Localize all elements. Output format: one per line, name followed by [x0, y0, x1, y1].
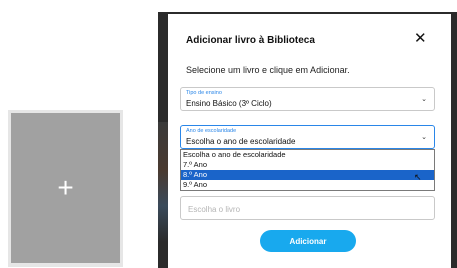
ano-escolaridade-value: Escolha o ano de escolaridade [186, 137, 296, 146]
tipo-ensino-value: Ensino Básico (3º Ciclo) [186, 99, 272, 108]
close-icon[interactable]: ✕ [414, 31, 427, 46]
ano-escolaridade-dropdown: Escolha o ano de escolaridade 7.º Ano 8.… [180, 149, 435, 191]
tipo-ensino-caption: Tipo de ensino [186, 90, 222, 96]
dialog-title: Adicionar livro à Biblioteca [186, 35, 315, 46]
tipo-ensino-select[interactable]: Tipo de ensino Ensino Básico (3º Ciclo) … [180, 87, 435, 111]
dropdown-option[interactable]: 7.º Ano [181, 160, 434, 170]
ano-escolaridade-caption: Ano de escolaridade [186, 128, 237, 134]
livro-select[interactable]: Escolha o livro [180, 196, 435, 220]
dialog-instruction: Selecione um livro e clique em Adicionar… [186, 65, 350, 75]
mouse-cursor-icon: ↖ [414, 172, 422, 182]
dropdown-option-highlighted[interactable]: 8.º Ano [181, 170, 434, 180]
ano-escolaridade-select[interactable]: Ano de escolaridade Escolha o ano de esc… [180, 125, 435, 149]
add-book-card[interactable]: + [8, 110, 123, 267]
chevron-down-icon[interactable]: ⌄ [421, 95, 427, 103]
plus-icon[interactable]: + [11, 113, 120, 263]
dropdown-option[interactable]: Escolha o ano de escolaridade [181, 150, 434, 160]
add-button[interactable]: Adicionar [260, 230, 356, 252]
add-book-tile[interactable]: + [11, 113, 120, 263]
livro-placeholder: Escolha o livro [188, 205, 241, 214]
add-book-dialog: Adicionar livro à Biblioteca ✕ Selecione… [168, 14, 451, 268]
dropdown-option[interactable]: 9.º Ano [181, 180, 434, 190]
chevron-down-icon[interactable]: ⌄ [421, 133, 427, 141]
